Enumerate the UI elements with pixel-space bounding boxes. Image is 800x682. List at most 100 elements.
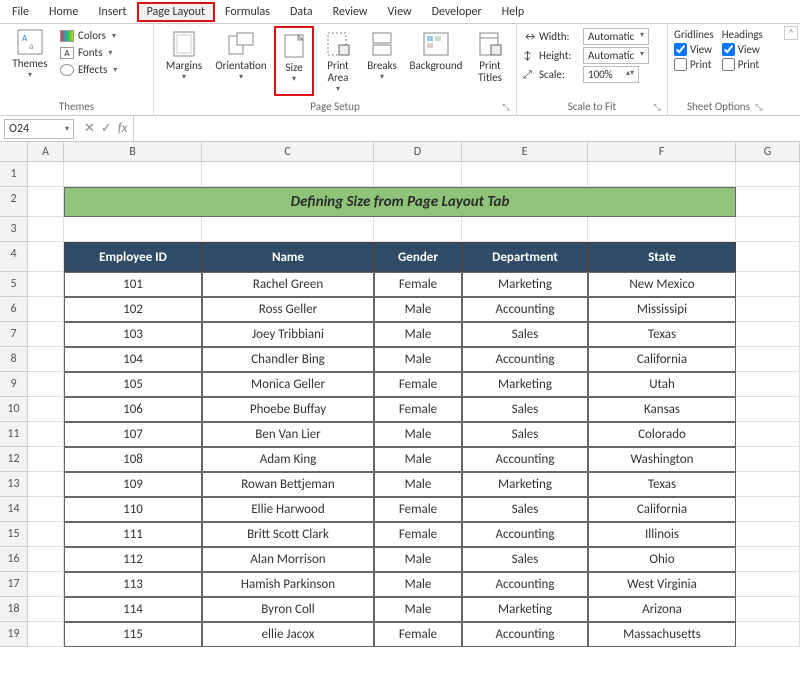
cell-B17[interactable]: 113 (64, 572, 202, 597)
cell-E10[interactable]: Sales (462, 397, 588, 422)
margins-button[interactable]: Margins▾ (160, 26, 208, 96)
cell-D12[interactable]: Male (374, 447, 462, 472)
cell-G11[interactable] (736, 422, 800, 447)
cell-A18[interactable] (28, 597, 64, 622)
row-header-7[interactable]: 7 (0, 322, 28, 347)
row-header-10[interactable]: 10 (0, 397, 28, 422)
headings-print-checkbox[interactable]: Print (722, 58, 763, 71)
cell-D14[interactable]: Female (374, 497, 462, 522)
cell-D9[interactable]: Female (374, 372, 462, 397)
header-state[interactable]: State (588, 242, 736, 272)
orientation-button[interactable]: Orientation▾ (212, 26, 270, 96)
row-header-3[interactable]: 3 (0, 217, 28, 242)
cell-A10[interactable] (28, 397, 64, 422)
cell-G1[interactable] (736, 162, 800, 187)
cell-B6[interactable]: 102 (64, 297, 202, 322)
cell-D13[interactable]: Male (374, 472, 462, 497)
row-header-19[interactable]: 19 (0, 622, 28, 647)
row-header-1[interactable]: 1 (0, 162, 28, 187)
row-header-18[interactable]: 18 (0, 597, 28, 622)
cell-D18[interactable]: Male (374, 597, 462, 622)
cell-B1[interactable] (64, 162, 202, 187)
cell-B16[interactable]: 112 (64, 547, 202, 572)
cell-D6[interactable]: Male (374, 297, 462, 322)
cell-E6[interactable]: Accounting (462, 297, 588, 322)
cell-D5[interactable]: Female (374, 272, 462, 297)
select-all-corner[interactable] (0, 142, 28, 161)
row-header-6[interactable]: 6 (0, 297, 28, 322)
cell-A14[interactable] (28, 497, 64, 522)
cell-F9[interactable]: Utah (588, 372, 736, 397)
cell-E17[interactable]: Accounting (462, 572, 588, 597)
menu-formulas[interactable]: Formulas (215, 2, 280, 22)
cell-E5[interactable]: Marketing (462, 272, 588, 297)
row-header-8[interactable]: 8 (0, 347, 28, 372)
cell-C11[interactable]: Ben Van Lier (202, 422, 374, 447)
row-header-11[interactable]: 11 (0, 422, 28, 447)
menu-help[interactable]: Help (492, 2, 535, 22)
cell-D15[interactable]: Female (374, 522, 462, 547)
cell-A16[interactable] (28, 547, 64, 572)
cell-F18[interactable]: Arizona (588, 597, 736, 622)
cell-B9[interactable]: 105 (64, 372, 202, 397)
cell-C19[interactable]: ellie Jacox (202, 622, 374, 647)
header-name[interactable]: Name (202, 242, 374, 272)
cell-E16[interactable]: Sales (462, 547, 588, 572)
row-header-12[interactable]: 12 (0, 447, 28, 472)
cell-G10[interactable] (736, 397, 800, 422)
cell-F8[interactable]: California (588, 347, 736, 372)
cell-G18[interactable] (736, 597, 800, 622)
cell-B5[interactable]: 101 (64, 272, 202, 297)
cell-B7[interactable]: 103 (64, 322, 202, 347)
cell-G13[interactable] (736, 472, 800, 497)
cell-G8[interactable] (736, 347, 800, 372)
cell-A8[interactable] (28, 347, 64, 372)
menu-file[interactable]: File (2, 2, 39, 22)
cell-C5[interactable]: Rachel Green (202, 272, 374, 297)
cell-G19[interactable] (736, 622, 800, 647)
cell-C13[interactable]: Rowan Bettjeman (202, 472, 374, 497)
scale-launcher[interactable]: ⤡ (651, 102, 663, 114)
enter-icon[interactable]: ✓ (101, 121, 112, 136)
row-header-15[interactable]: 15 (0, 522, 28, 547)
print-titles-button[interactable]: Print Titles (470, 26, 510, 96)
cell-C9[interactable]: Monica Geller (202, 372, 374, 397)
cell-D10[interactable]: Female (374, 397, 462, 422)
cell-C7[interactable]: Joey Tribbiani (202, 322, 374, 347)
cell-F3[interactable] (588, 217, 736, 242)
cells-area[interactable]: Defining Size from Page Layout TabEmploy… (28, 162, 800, 647)
header-department[interactable]: Department (462, 242, 588, 272)
cell-C8[interactable]: Chandler Bing (202, 347, 374, 372)
cell-C14[interactable]: Ellie Harwood (202, 497, 374, 522)
menu-view[interactable]: View (378, 2, 422, 22)
cell-B15[interactable]: 111 (64, 522, 202, 547)
cell-F10[interactable]: Kansas (588, 397, 736, 422)
menu-home[interactable]: Home (39, 2, 88, 22)
collapse-ribbon-button[interactable]: ^ (784, 26, 798, 40)
cell-E9[interactable]: Marketing (462, 372, 588, 397)
cell-B14[interactable]: 110 (64, 497, 202, 522)
cell-A3[interactable] (28, 217, 64, 242)
column-header-D[interactable]: D (374, 142, 462, 161)
cell-B19[interactable]: 115 (64, 622, 202, 647)
name-box[interactable]: O24▾ (4, 119, 74, 139)
cell-F16[interactable]: Ohio (588, 547, 736, 572)
cell-E18[interactable]: Marketing (462, 597, 588, 622)
column-header-A[interactable]: A (28, 142, 64, 161)
sheet-title[interactable]: Defining Size from Page Layout Tab (64, 187, 736, 217)
cell-F7[interactable]: Texas (588, 322, 736, 347)
menu-insert[interactable]: Insert (88, 2, 136, 22)
cell-D11[interactable]: Male (374, 422, 462, 447)
row-header-2[interactable]: 2 (0, 187, 28, 217)
cell-A11[interactable] (28, 422, 64, 447)
cell-F14[interactable]: California (588, 497, 736, 522)
cell-E11[interactable]: Sales (462, 422, 588, 447)
menu-page-layout[interactable]: Page Layout (137, 2, 215, 22)
sheet-options-launcher[interactable]: ⤡ (753, 102, 765, 114)
header-gender[interactable]: Gender (374, 242, 462, 272)
scale-scale-row[interactable]: ⤢Scale:100%▴▾ (523, 66, 661, 83)
cell-E15[interactable]: Accounting (462, 522, 588, 547)
cell-A19[interactable] (28, 622, 64, 647)
cell-D3[interactable] (374, 217, 462, 242)
cell-G9[interactable] (736, 372, 800, 397)
